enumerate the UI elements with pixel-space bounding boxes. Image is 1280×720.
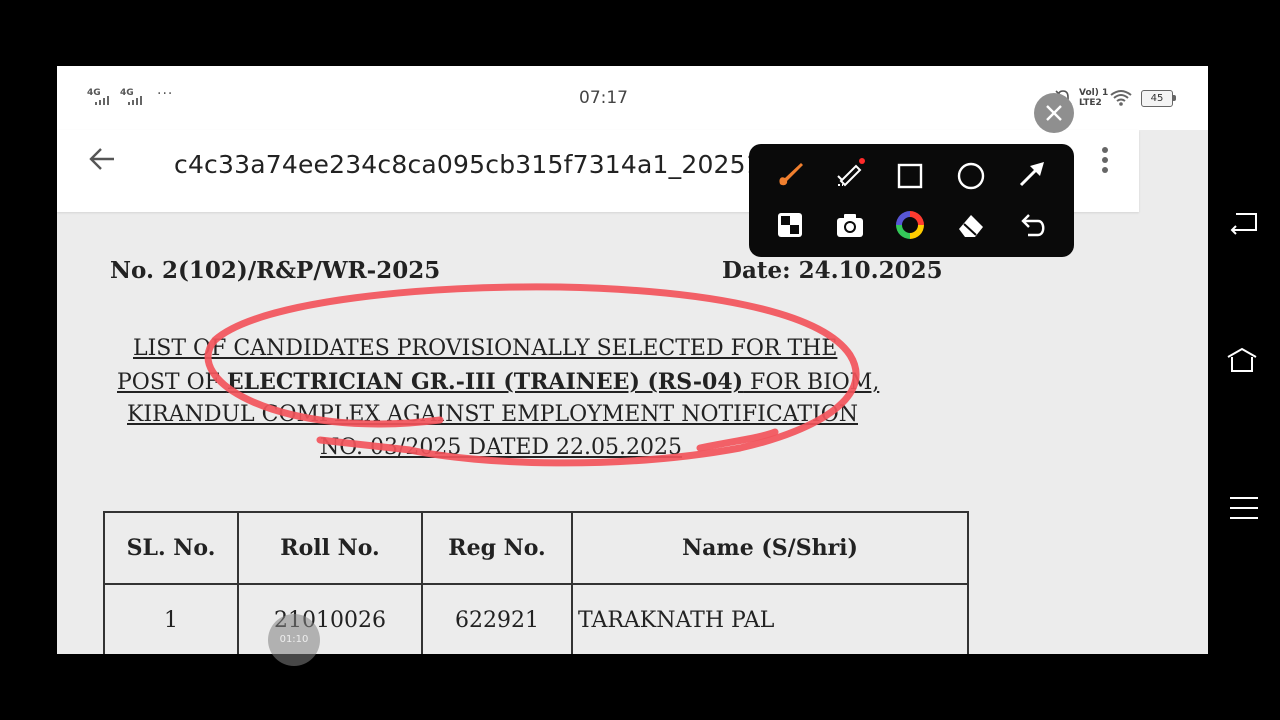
eraser-tool-icon[interactable] bbox=[953, 207, 989, 243]
annotation-close-button[interactable] bbox=[1034, 93, 1074, 133]
nav-home-icon[interactable] bbox=[1226, 345, 1258, 377]
close-icon bbox=[1046, 105, 1062, 121]
mosaic-tool-icon[interactable] bbox=[772, 207, 808, 243]
highlighter-tool-icon[interactable] bbox=[832, 156, 868, 192]
hand-drawn-circle-annotation bbox=[204, 283, 860, 467]
nav-back-icon[interactable] bbox=[1228, 206, 1260, 238]
arrow-tool-icon[interactable] bbox=[1014, 156, 1050, 192]
recording-timer[interactable]: 01:10 bbox=[268, 614, 320, 666]
rectangle-tool-icon[interactable] bbox=[892, 158, 928, 194]
camera-tool-icon[interactable] bbox=[832, 207, 868, 243]
brush-tool-icon[interactable] bbox=[772, 156, 808, 192]
color-picker-icon[interactable] bbox=[892, 207, 928, 243]
nav-menu-icon[interactable] bbox=[1228, 492, 1260, 524]
undo-tool-icon[interactable] bbox=[1014, 207, 1050, 243]
circle-tool-icon[interactable] bbox=[953, 158, 989, 194]
annotation-toolbar bbox=[749, 144, 1074, 257]
